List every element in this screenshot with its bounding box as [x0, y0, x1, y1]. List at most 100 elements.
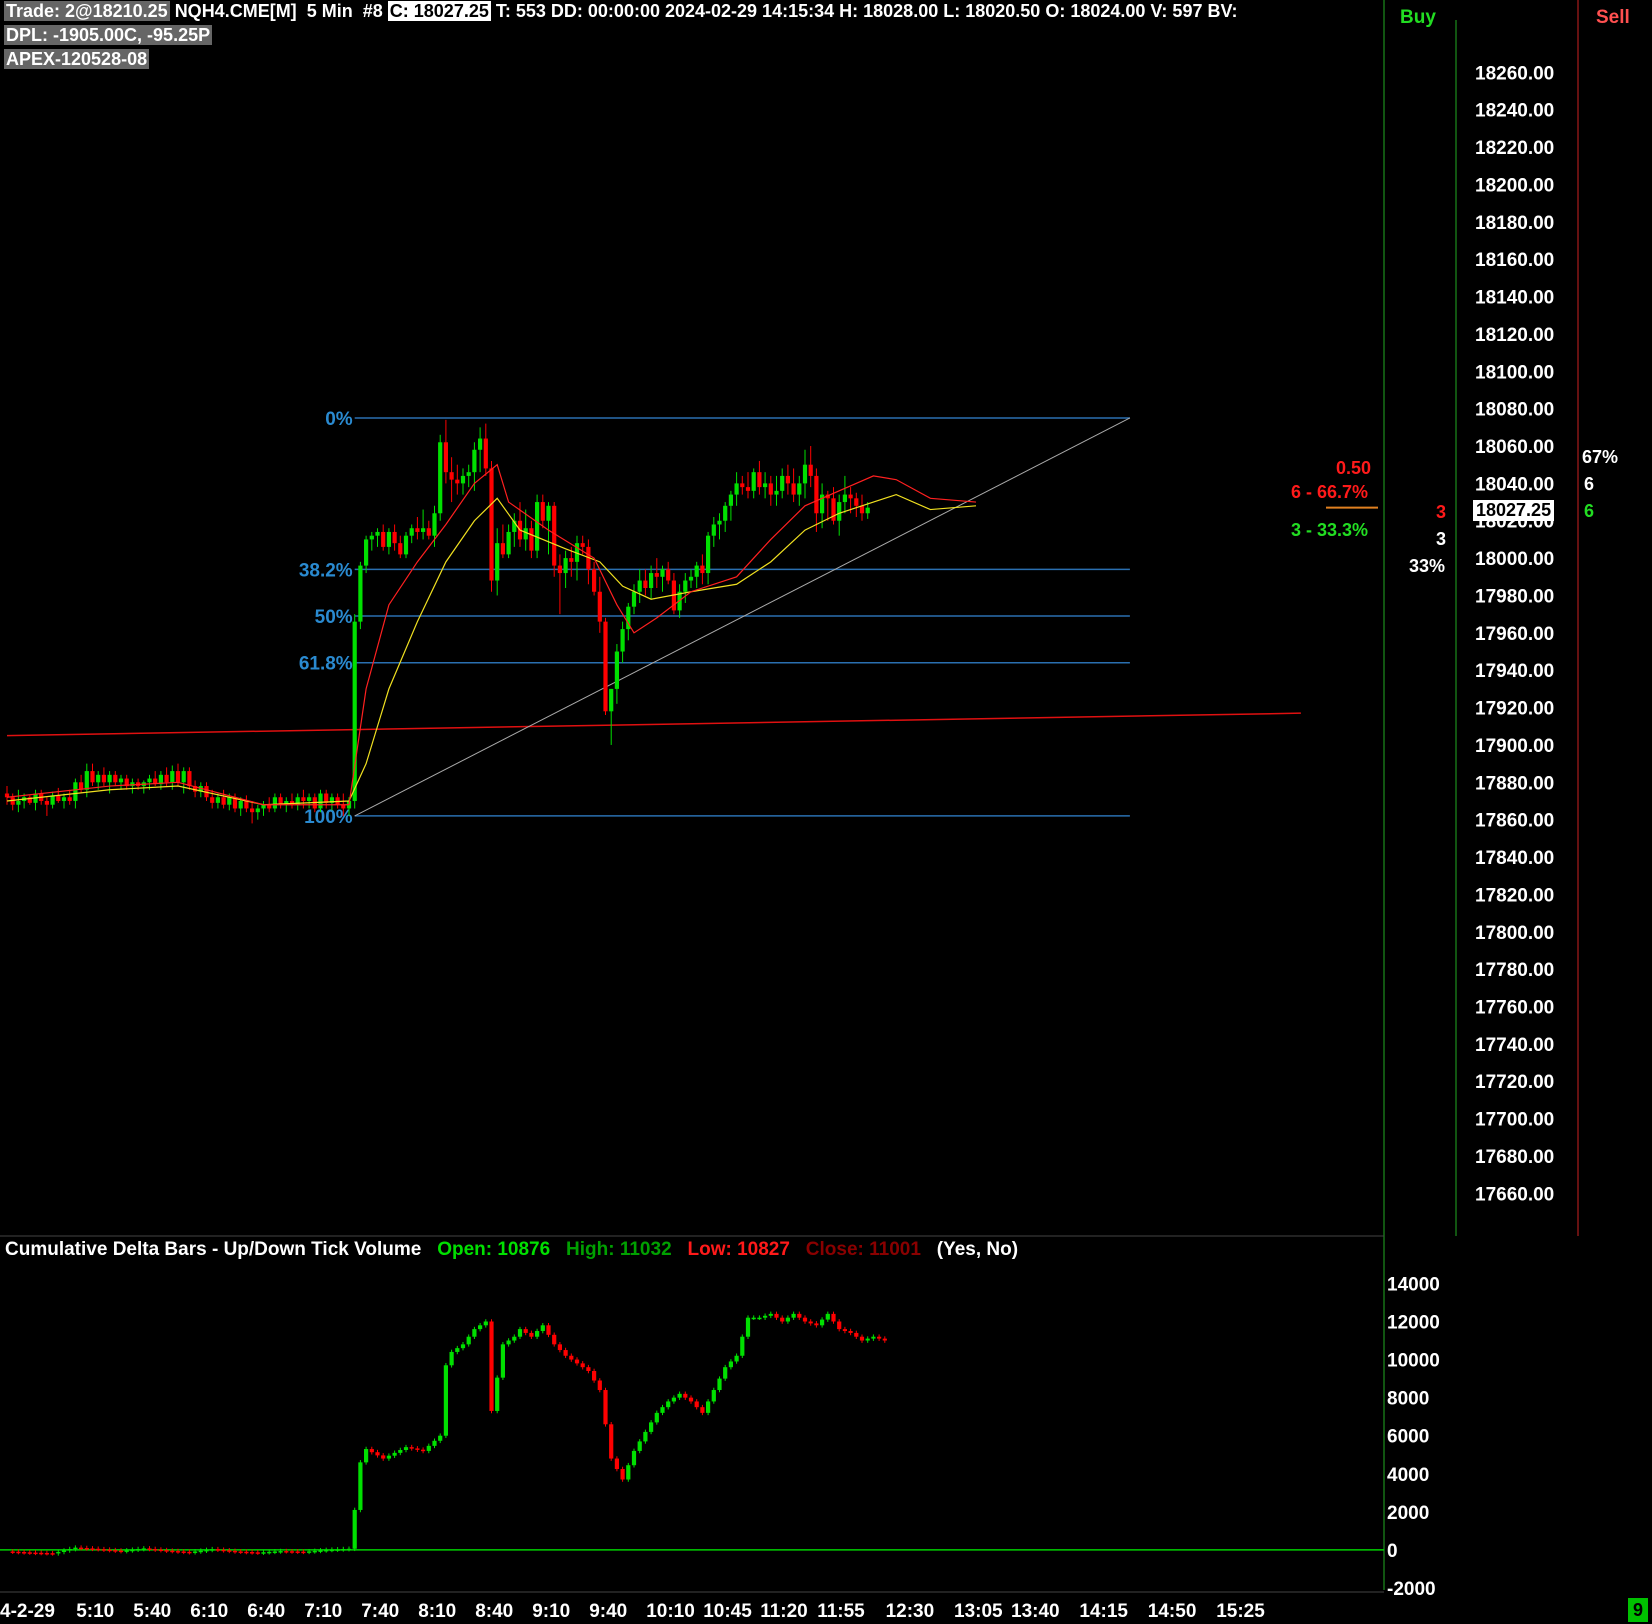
candle-body	[745, 487, 751, 491]
time-axis-label: 4-2-29	[0, 1601, 55, 1622]
candle-body	[711, 524, 716, 536]
price-tick-label: 18000.00	[1475, 549, 1554, 570]
candle-body	[307, 797, 312, 801]
delta-candle-body	[215, 1549, 220, 1551]
candle-body	[364, 539, 369, 566]
delta-candle-body	[79, 1547, 84, 1550]
delta-candle-body	[335, 1549, 340, 1551]
time-axis-label: 14:50	[1148, 1601, 1197, 1622]
candle-body	[398, 543, 403, 555]
buy-column-label[interactable]: Buy	[1400, 7, 1436, 29]
candle-body	[301, 797, 306, 801]
sell-count-green: 6	[1584, 501, 1595, 521]
time-axis-label: 6:10	[190, 1601, 228, 1622]
delta-candle-body	[683, 1393, 688, 1398]
bottom-badge[interactable]: 9	[1628, 1598, 1648, 1622]
delta-candle-body	[255, 1552, 260, 1554]
candle-body	[221, 797, 226, 805]
candle-body	[460, 475, 466, 484]
delta-candle-body	[312, 1550, 317, 1553]
delta-tick-label: 6000	[1387, 1427, 1429, 1448]
delta-candle-body	[489, 1321, 494, 1411]
delta-candle-body	[358, 1462, 363, 1510]
sell-count: 6	[1584, 474, 1595, 494]
delta-candle-body	[745, 1317, 751, 1337]
candle-body	[90, 771, 95, 783]
candle-body	[426, 528, 431, 536]
candle-body	[649, 573, 654, 589]
candle-body	[654, 573, 659, 577]
candle-body	[552, 505, 557, 566]
delta-candle-body	[831, 1313, 836, 1322]
delta-candle-body	[426, 1445, 431, 1451]
candle-body	[740, 483, 745, 488]
delta-candle-body	[455, 1348, 460, 1352]
candle-body	[763, 483, 768, 488]
delta-candle-body	[164, 1550, 169, 1552]
delta-candle-body	[694, 1401, 699, 1408]
candle-body	[592, 569, 597, 592]
delta-tick-label: 2000	[1387, 1503, 1429, 1524]
buy-count: 3	[1436, 529, 1447, 549]
header-close: C: 18027.25	[387, 1, 491, 21]
price-tick-label: 18100.00	[1475, 362, 1554, 383]
delta-candle-body	[865, 1338, 870, 1341]
delta-candle-body	[780, 1317, 785, 1322]
buy-percent: 33%	[1409, 556, 1446, 576]
delta-candle-body	[842, 1329, 847, 1332]
candle-body	[50, 795, 55, 805]
sell-summary: 6 - 66.7%	[1291, 482, 1369, 502]
candle-body	[609, 688, 614, 712]
header-chart-number: #8	[362, 1, 383, 21]
delta-tick-label: 12000	[1387, 1312, 1440, 1333]
candle-body	[780, 475, 785, 491]
delta-candle-body	[814, 1323, 819, 1326]
delta-candle-body	[574, 1359, 580, 1364]
candle-body	[443, 442, 448, 473]
candle-body	[557, 565, 562, 574]
delta-candle-body	[449, 1351, 454, 1366]
delta-candle-body	[107, 1549, 112, 1552]
delta-candle-body	[141, 1548, 146, 1550]
header-trade: Trade: 2@18210.25	[4, 1, 170, 21]
candle-body	[643, 580, 648, 589]
delta-candle-body	[580, 1363, 585, 1368]
candle-body	[255, 808, 260, 813]
delta-candle-body	[609, 1424, 614, 1459]
price-tick-label: 18060.00	[1475, 437, 1554, 458]
candle-body	[483, 438, 488, 469]
header-high: H: 18028.00	[839, 1, 939, 21]
candle-body	[170, 771, 175, 783]
delta-candle-body	[466, 1336, 471, 1345]
candle-body	[67, 797, 72, 801]
delta-candle-body	[432, 1440, 437, 1446]
ratio-value: 0.50	[1336, 458, 1372, 478]
price-tick-label: 18240.00	[1475, 101, 1554, 122]
candle-body	[449, 472, 454, 480]
delta-candle-body	[352, 1509, 357, 1549]
time-axis-label: 10:10	[646, 1601, 695, 1622]
delta-candle-body	[774, 1313, 779, 1318]
candle-body	[358, 565, 363, 622]
buy-summary: 3 - 33.3%	[1291, 520, 1369, 540]
price-tick-label: 18180.00	[1475, 213, 1554, 234]
candle-body	[489, 468, 494, 581]
candle-body	[44, 800, 49, 805]
sell-column-label[interactable]: Sell	[1596, 7, 1630, 29]
delta-candle-body	[677, 1393, 682, 1398]
delta-candle-body	[318, 1550, 323, 1552]
delta-candle-body	[403, 1447, 409, 1450]
candle-body	[227, 797, 232, 805]
time-axis-label: 5:10	[76, 1601, 114, 1622]
candle-body	[694, 565, 699, 577]
delta-candle-body	[751, 1317, 756, 1320]
candle-body	[392, 531, 397, 544]
delta-candle-body	[153, 1548, 158, 1551]
delta-candle-body	[67, 1549, 72, 1551]
delta-candle-body	[307, 1551, 312, 1553]
header-bv: BV:	[1207, 1, 1238, 21]
delta-candle-body	[250, 1552, 255, 1554]
delta-candle-body	[854, 1332, 859, 1337]
delta-candle-body	[483, 1321, 488, 1326]
delta-candle-body	[73, 1547, 78, 1550]
